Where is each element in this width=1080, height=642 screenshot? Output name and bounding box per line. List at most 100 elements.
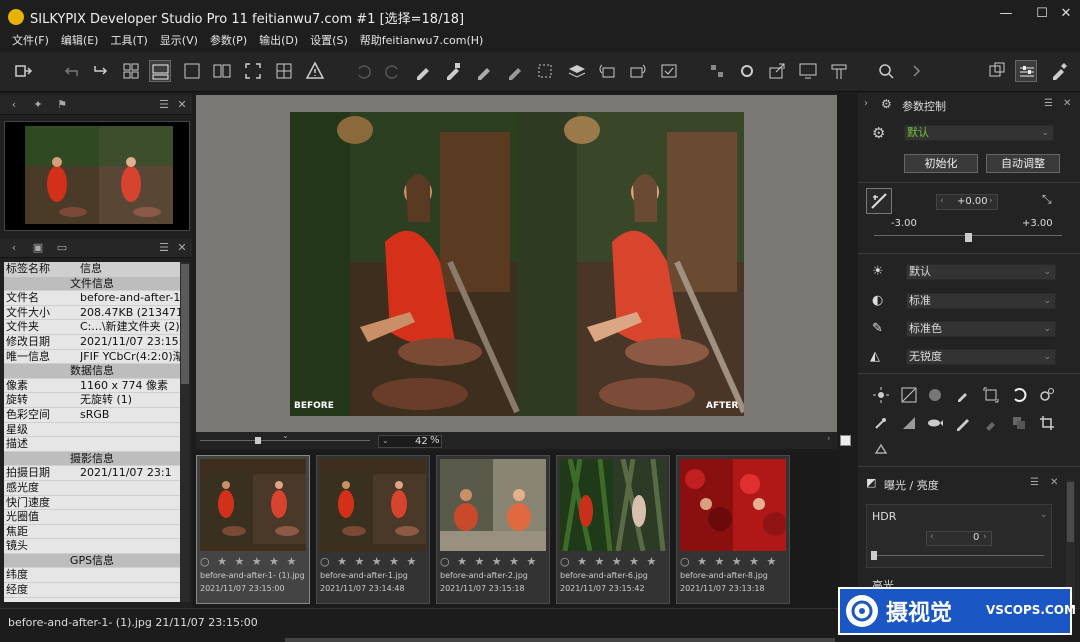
chevron-left-icon[interactable]: ‹ (6, 97, 22, 113)
folder-icon[interactable]: ▭ (54, 240, 70, 256)
menu-output[interactable]: 输出(D) (253, 32, 304, 52)
panel-layout-icon[interactable] (986, 60, 1008, 82)
grid-overlay-icon[interactable] (273, 60, 295, 82)
color-wheel-icon[interactable] (926, 386, 944, 404)
exposure-slider-thumb[interactable] (965, 233, 972, 242)
thumbnail-item[interactable]: ○ ★ ★ ★ ★ ★ before-and-after-1- (1).jpg … (196, 455, 310, 604)
rating-stars[interactable]: ○ ★ ★ ★ ★ ★ (320, 555, 418, 568)
single-view-icon[interactable] (181, 60, 203, 82)
rotate-left-icon[interactable] (596, 60, 618, 82)
color-select[interactable]: 标准色 ⌄ (906, 321, 1056, 337)
flag-icon[interactable]: ⚑ (54, 97, 70, 113)
grid-view-icon[interactable] (120, 60, 142, 82)
print-icon[interactable] (828, 60, 850, 82)
chevron-right-icon[interactable] (905, 60, 927, 82)
chevron-right-icon[interactable]: › (983, 532, 987, 542)
forward-icon[interactable] (90, 60, 112, 82)
back-icon[interactable] (60, 60, 82, 82)
rating-stars[interactable]: ○ ★ ★ ★ ★ ★ (200, 555, 298, 568)
chevron-right-icon[interactable]: › (989, 196, 993, 206)
fish-eye-icon[interactable] (926, 414, 944, 432)
color-picker-icon[interactable]: ✎ (872, 321, 883, 336)
tone-icon[interactable]: ◐ (872, 293, 883, 308)
batch-develop-icon[interactable] (736, 60, 758, 82)
menu-edit[interactable]: 编辑(E) (55, 32, 105, 52)
fit-view-icon[interactable] (840, 435, 851, 446)
settings-tool-icon[interactable] (1038, 386, 1056, 404)
redo-icon[interactable] (382, 60, 404, 82)
menu-file[interactable]: 文件(F) (6, 32, 55, 52)
comment-icon[interactable]: ▣ (30, 240, 46, 256)
thumbnail-item[interactable]: ○ ★ ★ ★ ★ ★ before-and-after-6.jpg 2021/… (556, 455, 670, 604)
export-icon[interactable] (766, 60, 788, 82)
preview-filmstrip-view-icon[interactable] (149, 60, 171, 82)
thumbnail-item[interactable]: ○ ★ ★ ★ ★ ★ before-and-after-8.jpg 2021/… (676, 455, 790, 604)
preview-image[interactable]: BEFORE AFTER (290, 112, 744, 416)
pin-icon[interactable]: ✦ (30, 97, 46, 113)
panel-menu-icon[interactable]: ☰ (156, 240, 172, 256)
frame-tool-icon[interactable] (982, 386, 1000, 404)
monitor-icon[interactable] (797, 60, 819, 82)
paste-select-icon[interactable] (504, 60, 526, 82)
layers-icon[interactable] (566, 60, 588, 82)
clone-icon[interactable] (1010, 414, 1028, 432)
import-icon[interactable] (12, 60, 34, 82)
rotate-right-icon[interactable] (627, 60, 649, 82)
chevron-left-icon[interactable]: ‹ (6, 240, 22, 256)
brightness-tool-icon[interactable] (872, 386, 890, 404)
mark-check-icon[interactable] (658, 60, 680, 82)
chevron-down-icon[interactable]: ⌄ (382, 436, 389, 445)
scroll-right-icon[interactable]: › (827, 434, 831, 444)
auto-adjust-button[interactable]: 自动调整 (986, 154, 1060, 173)
close-button[interactable]: ✕ (1052, 4, 1080, 24)
chevron-down-icon[interactable]: ⌄ (1040, 510, 1048, 520)
dropper-tool-icon[interactable] (954, 386, 972, 404)
right-panel-scrollbar-thumb[interactable] (1067, 482, 1074, 542)
exposure-tool-icon[interactable] (900, 386, 918, 404)
tone-select[interactable]: 标准 ⌄ (906, 293, 1056, 309)
copy-params-icon[interactable] (412, 60, 434, 82)
spot-tool-icon[interactable] (872, 414, 890, 432)
info-scrollbar-thumb[interactable] (181, 264, 189, 384)
hdr-value-field[interactable]: ‹ 0 › (926, 531, 992, 546)
menu-view[interactable]: 显示(V) (154, 32, 204, 52)
eraser-icon[interactable] (982, 414, 1000, 432)
crop-icon[interactable] (1038, 414, 1056, 432)
panel-menu-icon[interactable]: ☰ (156, 97, 172, 113)
rating-stars[interactable]: ○ ★ ★ ★ ★ ★ (680, 555, 778, 568)
gradient-tool-icon[interactable] (900, 414, 918, 432)
recycle-icon[interactable] (872, 441, 890, 459)
hdr-slider-thumb[interactable] (871, 551, 877, 560)
exposure-icon[interactable] (866, 188, 892, 214)
menu-params[interactable]: 参数(P) (204, 32, 253, 52)
brush-tool-icon[interactable] (1047, 60, 1069, 82)
settings-gear-icon[interactable]: ⚙ (872, 124, 885, 142)
navigator-thumbnail[interactable] (4, 121, 190, 231)
warning-icon[interactable] (304, 60, 326, 82)
minimize-button[interactable]: — (992, 4, 1020, 24)
paste-params-icon[interactable] (442, 60, 464, 82)
hdr-slider[interactable] (872, 555, 1044, 556)
brush-icon[interactable] (954, 414, 972, 432)
thumbnail-item[interactable]: ○ ★ ★ ★ ★ ★ before-and-after-1.jpg 2021/… (316, 455, 430, 604)
close-icon[interactable]: ✕ (174, 240, 190, 256)
table-row[interactable]: 描述 (4, 437, 180, 452)
exposure-value-field[interactable]: ‹ +0.00 › (936, 194, 998, 210)
panel-menu-icon[interactable]: ☰ (1030, 477, 1039, 488)
preset-select[interactable]: 默认 ⌄ (904, 125, 1054, 141)
white-balance-select[interactable]: 默认 ⌄ (906, 264, 1056, 280)
menu-settings[interactable]: 设置(S) (304, 32, 354, 52)
paste-all-icon[interactable] (473, 60, 495, 82)
control-panel-icon[interactable] (1015, 60, 1037, 82)
chevron-left-icon[interactable]: ‹ (940, 196, 944, 206)
close-icon[interactable]: ✕ (1063, 98, 1071, 109)
rating-stars[interactable]: ○ ★ ★ ★ ★ ★ (440, 555, 538, 568)
zoom-slider-thumb[interactable] (255, 437, 261, 444)
develop-icon[interactable] (706, 60, 728, 82)
chevron-right-icon[interactable]: › (864, 98, 868, 109)
sharpness-select[interactable]: 无锐度 ⌄ (906, 349, 1056, 365)
panel-menu-icon[interactable]: ☰ (1044, 98, 1053, 109)
crop-select-icon[interactable] (534, 60, 556, 82)
zoom-slider-track[interactable] (200, 440, 370, 441)
exposure-compare-icon[interactable]: ⤡ (1042, 192, 1052, 207)
